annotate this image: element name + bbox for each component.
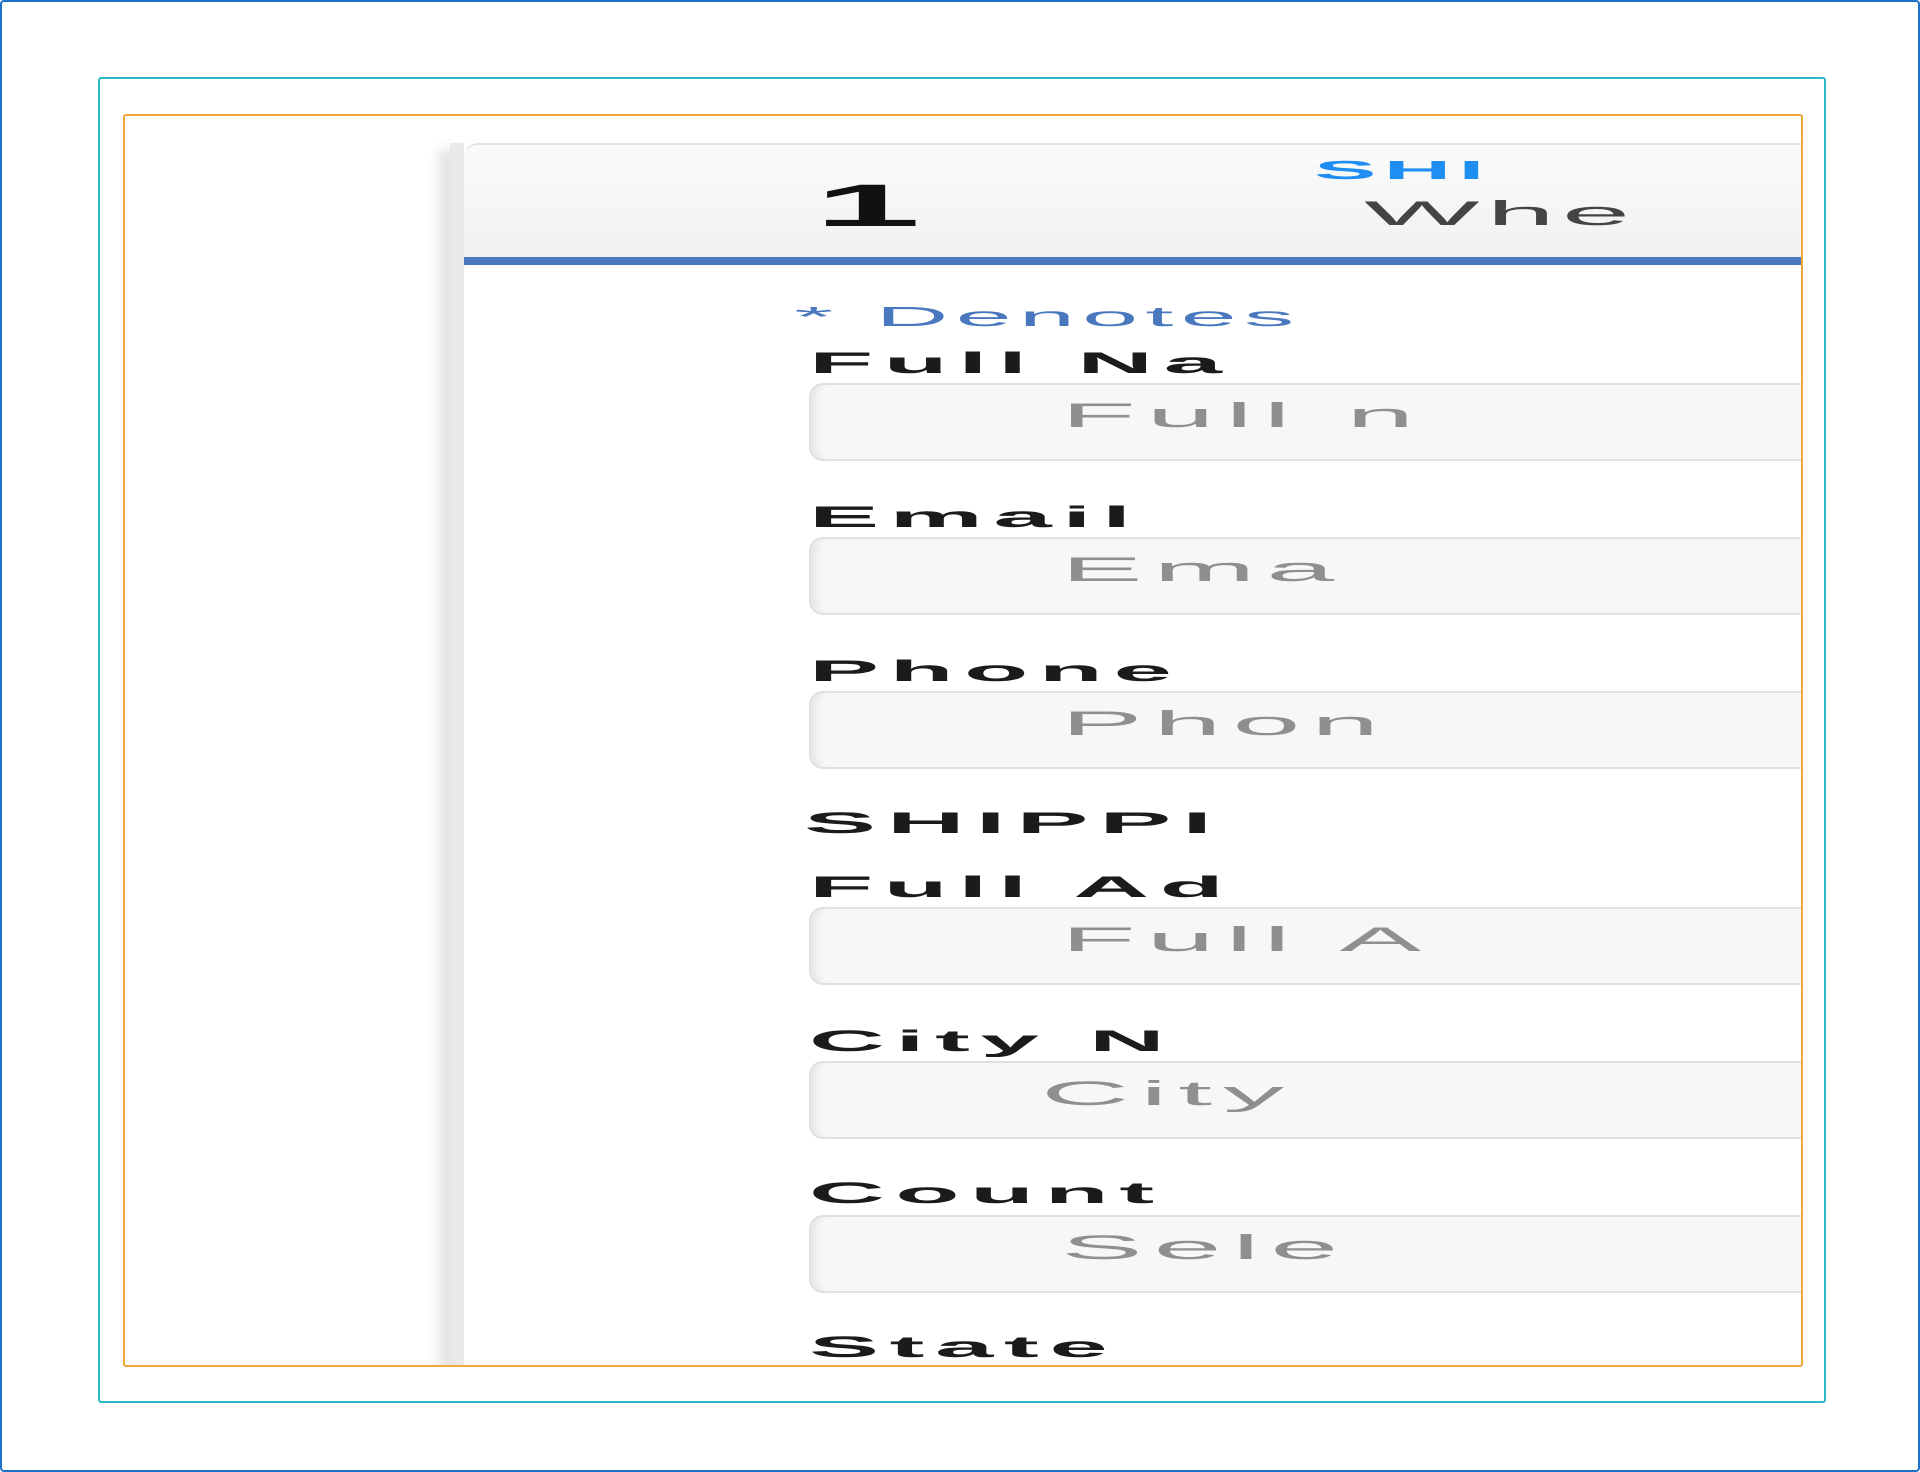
phone-input[interactable]: Phon: [809, 691, 1801, 769]
step-subtitle: Whe: [1364, 195, 1638, 233]
phone-label: Phone: [809, 655, 1183, 688]
country-label: Count: [809, 1177, 1165, 1210]
checkout-form-panel: 1 SHI Whe * Denotes Full Na Full n Email…: [450, 143, 1801, 1365]
state-label: State: [809, 1331, 1119, 1364]
full-name-placeholder: Full n: [1061, 397, 1426, 435]
browser-frame: 1 SHI Whe * Denotes Full Na Full n Email…: [0, 0, 1920, 1472]
full-address-label: Full Ad: [809, 871, 1235, 904]
country-select-placeholder: Sele: [1061, 1229, 1350, 1267]
email-input[interactable]: Ema: [809, 537, 1801, 615]
city-name-label: City N: [809, 1025, 1176, 1058]
required-fields-note: * Denotes: [794, 301, 1302, 332]
city-name-placeholder: City: [1041, 1075, 1296, 1113]
shipping-section-heading: SHIPPI: [804, 807, 1223, 840]
country-select[interactable]: Sele: [809, 1215, 1801, 1293]
phone-placeholder: Phon: [1061, 705, 1391, 743]
email-placeholder: Ema: [1061, 551, 1346, 589]
step-header: 1 SHI Whe: [464, 143, 1801, 265]
city-name-input[interactable]: City: [809, 1061, 1801, 1139]
viewport-clip: 1 SHI Whe * Denotes Full Na Full n Email…: [123, 114, 1803, 1367]
step-number: 1: [814, 172, 921, 239]
full-name-input[interactable]: Full n: [809, 383, 1801, 461]
full-address-placeholder: Full A: [1061, 921, 1432, 959]
email-label: Email: [809, 501, 1142, 534]
full-address-input[interactable]: Full A: [809, 907, 1801, 985]
full-name-label: Full Na: [809, 347, 1233, 380]
step-title: SHI: [1314, 155, 1492, 185]
